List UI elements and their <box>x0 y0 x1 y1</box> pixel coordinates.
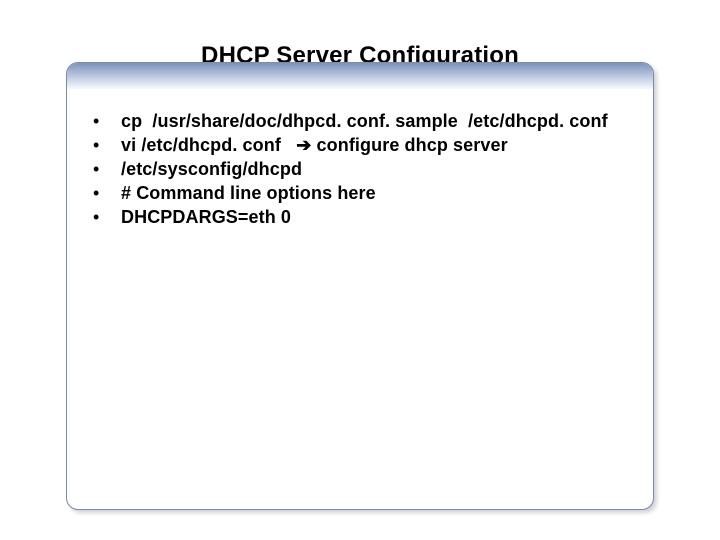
arrow-icon: ➔ <box>296 135 311 155</box>
list-item: • DHCPDARGS=eth 0 <box>93 205 639 229</box>
list-item: • /etc/sysconfig/dhcpd <box>93 157 639 181</box>
list-item-text: /etc/sysconfig/dhcpd <box>121 157 639 181</box>
list-item-text: vi /etc/dhcpd. conf ➔ configure dhcp ser… <box>121 133 639 157</box>
list-item-text: # Command line options here <box>121 181 639 205</box>
content-area: • cp /usr/share/doc/dhpcd. conf. sample … <box>81 109 639 495</box>
list-item-text: cp /usr/share/doc/dhpcd. conf. sample /e… <box>121 109 639 133</box>
bullet-list: • cp /usr/share/doc/dhpcd. conf. sample … <box>81 109 639 229</box>
bullet-icon: • <box>93 181 99 205</box>
list-item: • # Command line options here <box>93 181 639 205</box>
bullet-icon: • <box>93 133 99 157</box>
content-card: • cp /usr/share/doc/dhpcd. conf. sample … <box>66 62 654 510</box>
list-item-text-before: vi /etc/dhcpd. conf <box>121 135 296 155</box>
bullet-icon: • <box>93 109 99 133</box>
bullet-icon: • <box>93 157 99 181</box>
bullet-icon: • <box>93 205 99 229</box>
list-item: • vi /etc/dhcpd. conf ➔ configure dhcp s… <box>93 133 639 157</box>
list-item-text: DHCPDARGS=eth 0 <box>121 205 639 229</box>
list-item: • cp /usr/share/doc/dhpcd. conf. sample … <box>93 109 639 133</box>
list-item-text-after: configure dhcp server <box>311 135 507 155</box>
